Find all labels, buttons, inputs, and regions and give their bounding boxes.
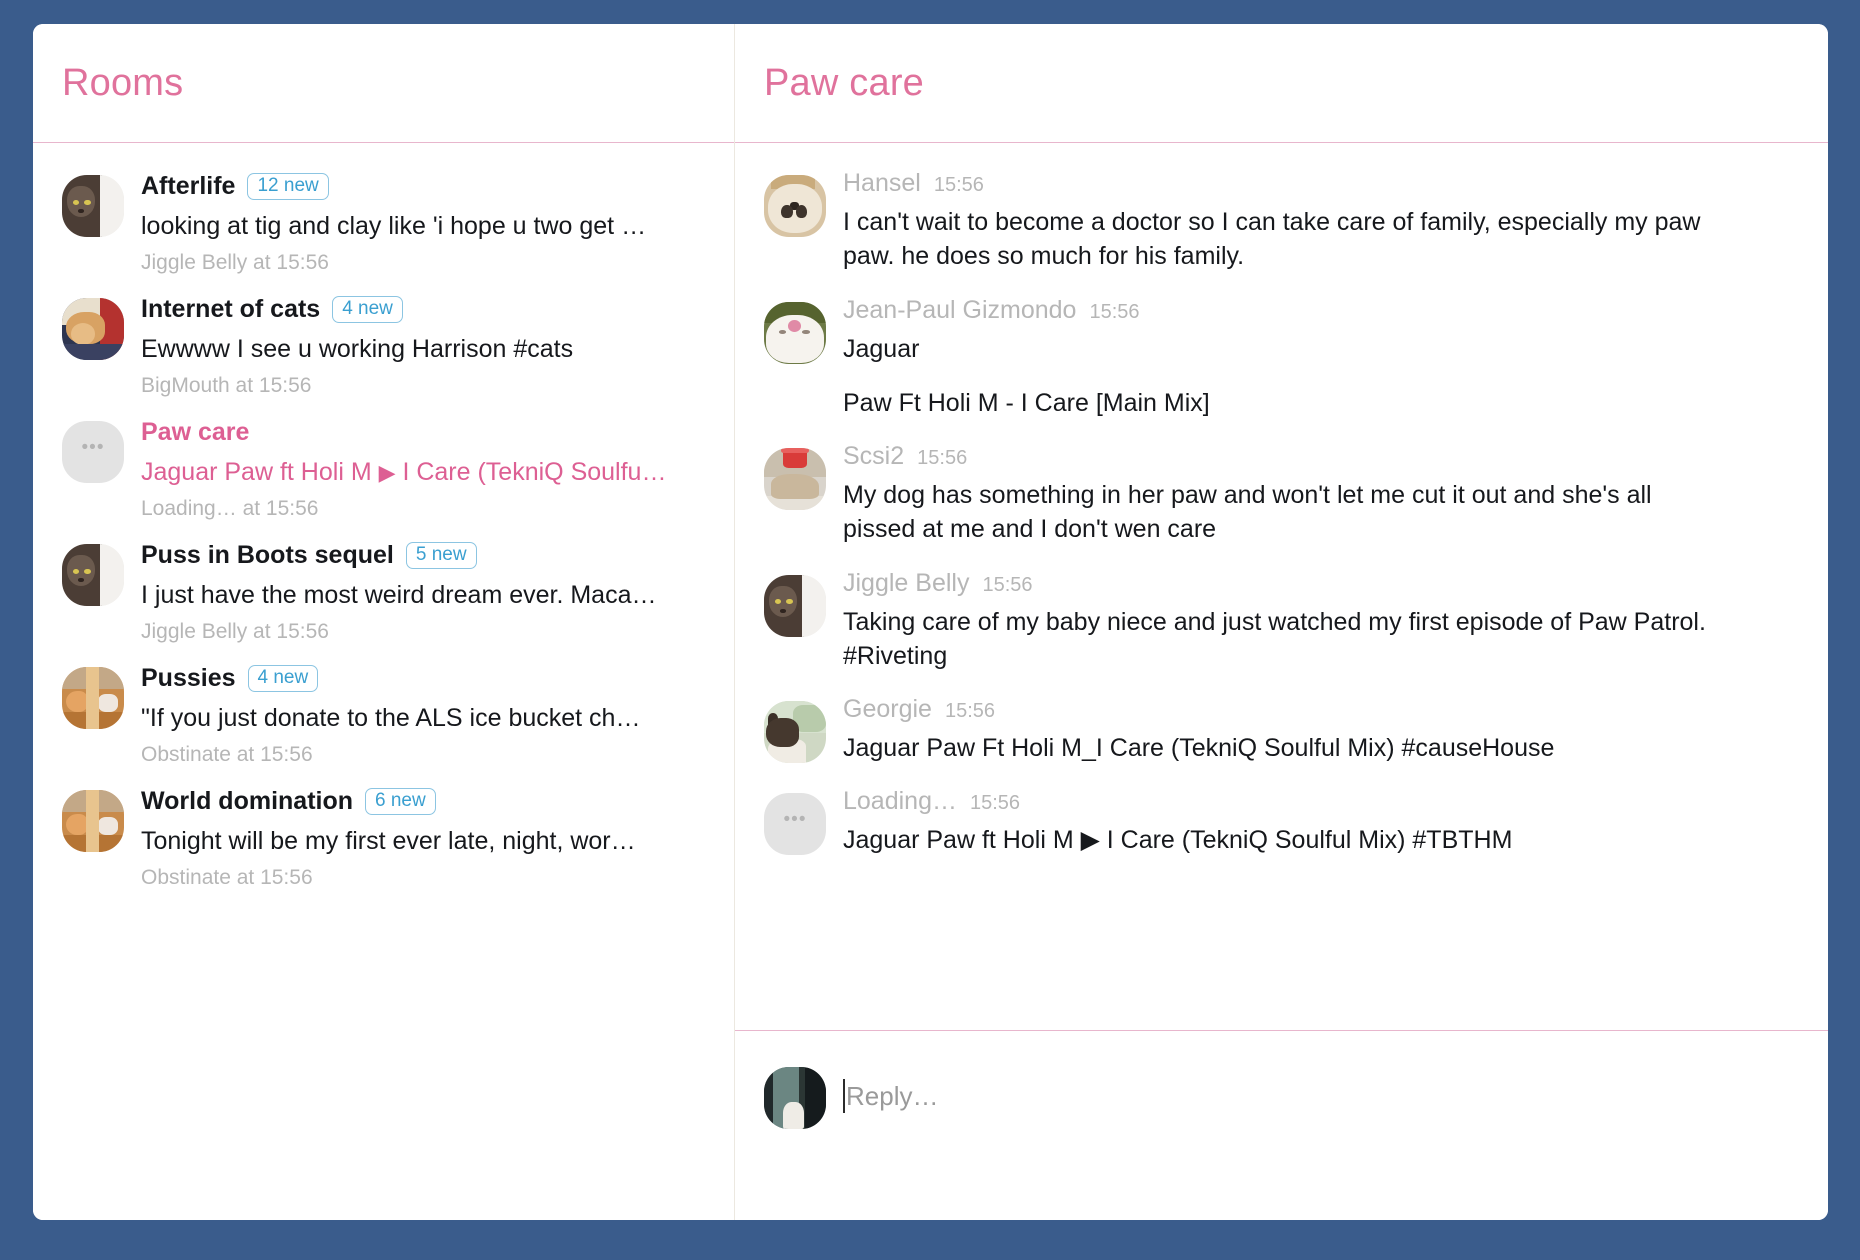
ginger-cat-avatar bbox=[62, 298, 124, 360]
message-author: Scsi2 bbox=[843, 442, 904, 471]
window-sill-cat-avatar bbox=[764, 1067, 826, 1129]
message-list[interactable]: Hansel 15:56 I can't wait to become a do… bbox=[735, 143, 1828, 1030]
message-text: Taking care of my baby niece and just wa… bbox=[843, 605, 1723, 674]
message-item: Georgie 15:56 Jaguar Paw Ft Holi M_I Car… bbox=[764, 695, 1788, 765]
ginger-cat-wood-avatar bbox=[62, 667, 124, 729]
text-caret bbox=[843, 1079, 845, 1113]
room-name: Puss in Boots sequel bbox=[141, 541, 394, 570]
message-time: 15:56 bbox=[982, 574, 1032, 597]
message-item: Hansel 15:56 I can't wait to become a do… bbox=[764, 169, 1788, 274]
message-text: Jaguar Paw ft Holi M ▶ I Care (TekniQ So… bbox=[843, 823, 1723, 857]
chat-app-window: Rooms Afterlife 12 new looking at tig an… bbox=[33, 24, 1828, 1220]
room-snippet: looking at tig and clay like 'i hope u t… bbox=[141, 212, 712, 241]
message-time: 15:56 bbox=[970, 792, 1020, 815]
message-item: Jiggle Belly 15:56 Taking care of my bab… bbox=[764, 569, 1788, 674]
unread-badge: 4 new bbox=[248, 665, 319, 692]
white-cat-avatar bbox=[764, 302, 826, 364]
reply-input[interactable]: Reply… bbox=[843, 1065, 1799, 1127]
room-snippet: "If you just donate to the ALS ice bucke… bbox=[141, 704, 712, 733]
room-list-item-world-domination[interactable]: World domination 6 new Tonight will be m… bbox=[33, 784, 734, 890]
loading-placeholder-avatar: ••• bbox=[764, 793, 826, 855]
room-name: Pussies bbox=[141, 664, 236, 693]
room-name: World domination bbox=[141, 787, 353, 816]
unread-badge: 6 new bbox=[365, 788, 436, 815]
room-panel-header: Paw care bbox=[735, 24, 1828, 143]
room-panel: Paw care Hansel 15:56 I can't wait to be… bbox=[735, 24, 1828, 1220]
room-name: Paw care bbox=[141, 418, 249, 447]
message-time: 15:56 bbox=[945, 700, 995, 723]
message-item: Jean-Paul Gizmondo 15:56 Jaguar Paw Ft H… bbox=[764, 296, 1788, 421]
room-snippet-pre: Jaguar Paw ft Holi M bbox=[141, 458, 379, 486]
rooms-list[interactable]: Afterlife 12 new looking at tig and clay… bbox=[33, 143, 734, 1220]
room-list-item-internet-of-cats[interactable]: Internet of cats 4 new Ewwww I see u wor… bbox=[33, 292, 734, 398]
message-author: Loading… bbox=[843, 787, 957, 816]
unread-badge: 4 new bbox=[332, 296, 403, 323]
rooms-panel-header: Rooms bbox=[33, 24, 734, 143]
tabby-cat-avatar bbox=[62, 175, 124, 237]
room-meta: Jiggle Belly at 15:56 bbox=[141, 620, 712, 644]
room-snippet: Tonight will be my first ever late, nigh… bbox=[141, 827, 712, 856]
room-name: Internet of cats bbox=[141, 295, 320, 324]
message-time: 15:56 bbox=[917, 447, 967, 470]
message-time: 15:56 bbox=[934, 174, 984, 197]
message-text: My dog has something in her paw and won'… bbox=[843, 478, 1723, 547]
room-snippet-post: I Care (TekniQ Soulfu… bbox=[396, 458, 667, 486]
room-list-item-paw-care[interactable]: ••• Paw care Jaguar Paw ft Holi M ▶ I Ca… bbox=[33, 415, 734, 521]
loading-placeholder-avatar: ••• bbox=[62, 421, 124, 483]
message-time: 15:56 bbox=[1089, 301, 1139, 324]
reply-placeholder: Reply… bbox=[846, 1081, 938, 1112]
room-list-item-afterlife[interactable]: Afterlife 12 new looking at tig and clay… bbox=[33, 169, 734, 275]
room-title: Paw care bbox=[764, 62, 924, 105]
message-author: Jiggle Belly bbox=[843, 569, 969, 598]
room-meta: Obstinate at 15:56 bbox=[141, 743, 712, 767]
message-item: Scsi2 15:56 My dog has something in her … bbox=[764, 442, 1788, 547]
message-author: Jean-Paul Gizmondo bbox=[843, 296, 1076, 325]
room-list-item-puss-in-boots-sequel[interactable]: Puss in Boots sequel 5 new I just have t… bbox=[33, 538, 734, 644]
dog-red-cup-avatar bbox=[764, 448, 826, 510]
room-snippet: Ewwww I see u working Harrison #cats bbox=[141, 335, 712, 364]
message-author: Georgie bbox=[843, 695, 932, 724]
unread-badge: 12 new bbox=[247, 173, 328, 200]
rooms-panel: Rooms Afterlife 12 new looking at tig an… bbox=[33, 24, 735, 1220]
message-item: ••• Loading… 15:56 Jaguar Paw ft Holi M … bbox=[764, 787, 1788, 857]
room-snippet: Jaguar Paw ft Holi M ▶ I Care (TekniQ So… bbox=[141, 458, 712, 487]
room-name: Afterlife bbox=[141, 172, 235, 201]
unread-badge: 5 new bbox=[406, 542, 477, 569]
ginger-cat-wood-avatar bbox=[62, 790, 124, 852]
message-author: Hansel bbox=[843, 169, 921, 198]
persian-cat-avatar bbox=[764, 175, 826, 237]
room-list-item-pussies[interactable]: Pussies 4 new "If you just donate to the… bbox=[33, 661, 734, 767]
room-meta: Loading… at 15:56 bbox=[141, 497, 712, 521]
room-snippet: I just have the most weird dream ever. M… bbox=[141, 581, 712, 610]
message-text: Jaguar Paw Ft Holi M_I Care (TekniQ Soul… bbox=[843, 731, 1723, 765]
message-text: Jaguar bbox=[843, 332, 1723, 366]
rooms-title: Rooms bbox=[62, 62, 183, 105]
room-meta: BigMouth at 15:56 bbox=[141, 374, 712, 398]
message-text: Paw Ft Holi M - I Care [Main Mix] bbox=[843, 386, 1723, 420]
room-meta: Obstinate at 15:56 bbox=[141, 866, 712, 890]
georgie-cat-avatar bbox=[764, 701, 826, 763]
tabby-cat-avatar bbox=[62, 544, 124, 606]
tabby-cat-avatar bbox=[764, 575, 826, 637]
reply-composer[interactable]: Reply… bbox=[735, 1030, 1828, 1220]
room-meta: Jiggle Belly at 15:56 bbox=[141, 251, 712, 275]
play-triangle-icon: ▶ bbox=[379, 460, 396, 485]
message-text: I can't wait to become a doctor so I can… bbox=[843, 205, 1723, 274]
